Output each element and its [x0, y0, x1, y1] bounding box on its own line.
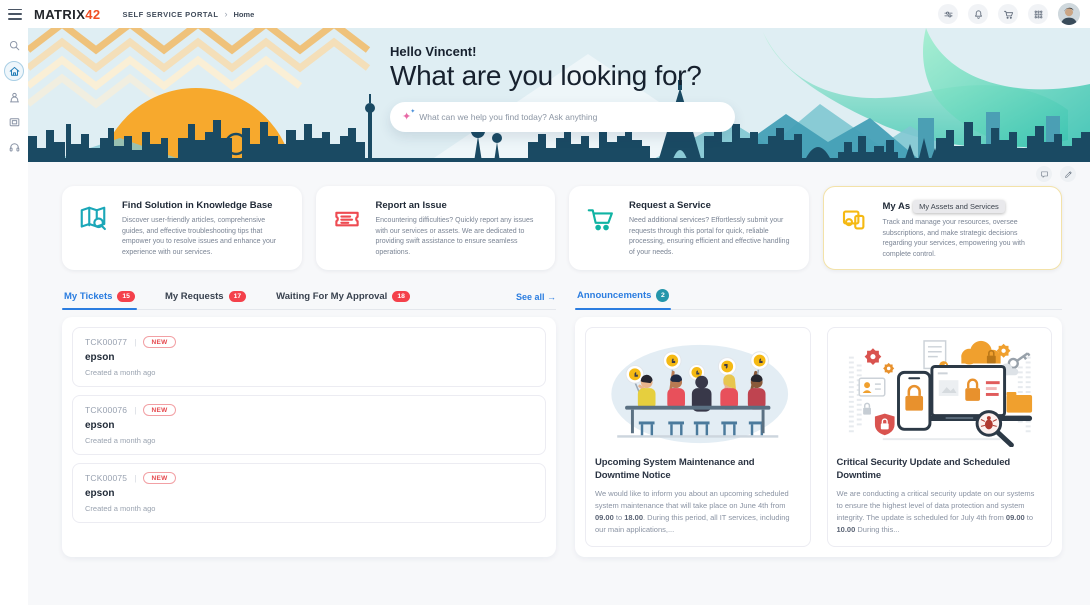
my-tickets-count-badge: 15 — [117, 291, 135, 302]
announcements-tabs: Announcements 2 — [575, 284, 1062, 310]
card-title: Find Solution in Knowledge Base — [122, 200, 287, 211]
search-icon[interactable] — [5, 36, 23, 54]
waiting-approval-count-badge: 18 — [392, 291, 410, 302]
ticket-id: TCK00075 — [85, 473, 127, 483]
my-requests-count-badge: 17 — [229, 291, 247, 302]
cart-icon[interactable] — [998, 4, 1018, 24]
ticket-row[interactable]: TCK00075 | NEW epson Created a month ago — [72, 463, 546, 523]
devices-icon — [838, 204, 872, 256]
breadcrumb-root[interactable]: SELF SERVICE PORTAL — [123, 10, 219, 19]
ticket-title: epson — [85, 352, 533, 363]
sidebar-item-home[interactable] — [4, 61, 24, 81]
quick-action-cards: Find Solution in Knowledge Base Discover… — [62, 186, 1062, 270]
card-report-issue[interactable]: Report an Issue Encountering difficultie… — [316, 186, 556, 270]
card-description: Discover user-friendly articles, compreh… — [122, 216, 287, 258]
card-request-service[interactable]: Request a Service Need additional servic… — [569, 186, 809, 270]
search-input[interactable] — [419, 112, 723, 122]
status-badge: NEW — [143, 472, 175, 484]
page-actions — [28, 162, 1090, 186]
ticket-row[interactable]: TCK00077 | NEW epson Created a month ago — [72, 327, 546, 387]
user-avatar[interactable] — [1058, 3, 1080, 25]
ai-sparkle-icon: ✦✦ — [402, 112, 411, 123]
sidebar-item-service-desk[interactable] — [5, 88, 23, 106]
announcement-title: Critical Security Update and Scheduled D… — [837, 456, 1043, 483]
tickets-tabs: My Tickets 15 My Requests 17 Waiting For… — [62, 284, 556, 310]
hamburger-menu-icon[interactable] — [8, 9, 22, 20]
matrix42-logo[interactable]: MATRIX42 — [34, 7, 101, 22]
card-description: Need additional services? Effortlessly s… — [629, 216, 794, 258]
card-description: Encountering difficulties? Quickly repor… — [376, 216, 541, 258]
announcement-card[interactable]: Upcoming System Maintenance and Downtime… — [585, 327, 811, 547]
card-title: My As My Assets and Services — [883, 200, 1048, 213]
topbar-right — [938, 3, 1080, 25]
topbar: MATRIX42 SELF SERVICE PORTAL › Home — [0, 0, 1090, 28]
announcement-body: We are conducting a critical security up… — [837, 488, 1043, 536]
see-all-link[interactable]: See all → — [516, 292, 556, 309]
meeting-thumbs-illustration — [595, 337, 801, 447]
tab-my-tickets[interactable]: My Tickets 15 — [62, 291, 137, 309]
tune-icon[interactable] — [938, 4, 958, 24]
sidebar-item-catalog[interactable] — [5, 113, 23, 131]
tab-announcements[interactable]: Announcements 2 — [575, 289, 671, 309]
sidebar — [0, 28, 28, 605]
cart-icon — [584, 204, 618, 256]
card-title: Request a Service — [629, 200, 794, 211]
divider: | — [134, 337, 136, 347]
card-my-assets[interactable]: My As My Assets and Services Track and m… — [823, 186, 1063, 270]
announcement-body: We would like to inform you about an upc… — [595, 488, 801, 536]
breadcrumb-current[interactable]: Home — [233, 10, 254, 19]
ticket-title: epson — [85, 420, 533, 431]
card-title: Report an Issue — [376, 200, 541, 211]
announcements-column: Announcements 2 — [575, 284, 1062, 557]
apps-grid-icon[interactable] — [1028, 4, 1048, 24]
announcements-panel: Upcoming System Maintenance and Downtime… — [575, 317, 1062, 557]
self-service-portal: MATRIX42 SELF SERVICE PORTAL › Home — [0, 0, 1090, 605]
announcement-card[interactable]: Critical Security Update and Scheduled D… — [827, 327, 1053, 547]
tab-waiting-approval[interactable]: Waiting For My Approval 18 — [274, 291, 412, 309]
sidebar-item-support-headset[interactable] — [5, 138, 23, 156]
status-badge: NEW — [143, 336, 175, 348]
tickets-panel: TCK00077 | NEW epson Created a month ago… — [62, 317, 556, 557]
announcements-count-badge: 2 — [656, 289, 669, 302]
book-search-icon — [77, 204, 111, 256]
security-update-illustration — [837, 337, 1043, 447]
ticket-created: Created a month ago — [85, 436, 533, 445]
hero-banner: Hello Vincent! What are you looking for?… — [28, 28, 1090, 162]
hero-content: Hello Vincent! What are you looking for?… — [390, 44, 735, 132]
topbar-left: MATRIX42 SELF SERVICE PORTAL › Home — [8, 7, 254, 22]
announcement-title: Upcoming System Maintenance and Downtime… — [595, 456, 801, 483]
hero-greeting: Hello Vincent! — [390, 44, 735, 59]
breadcrumb: SELF SERVICE PORTAL › Home — [123, 9, 255, 19]
bell-icon[interactable] — [968, 4, 988, 24]
status-badge: NEW — [143, 404, 175, 416]
comment-icon[interactable] — [1036, 166, 1052, 182]
ticket-id: TCK00077 — [85, 337, 127, 347]
hero-headline: What are you looking for? — [390, 60, 735, 92]
breadcrumb-separator: › — [224, 9, 227, 19]
edit-pencil-icon[interactable] — [1060, 166, 1076, 182]
assets-tooltip: My Assets and Services — [913, 200, 1005, 213]
ticket-created: Created a month ago — [85, 368, 533, 377]
ticket-row[interactable]: TCK00076 | NEW epson Created a month ago — [72, 395, 546, 455]
ticket-id: TCK00076 — [85, 405, 127, 415]
ticket-icon — [331, 204, 365, 256]
tickets-column: My Tickets 15 My Requests 17 Waiting For… — [62, 284, 556, 557]
tab-my-requests[interactable]: My Requests 17 — [163, 291, 248, 309]
divider: | — [134, 405, 136, 415]
main-content: Hello Vincent! What are you looking for?… — [28, 28, 1090, 605]
ticket-title: epson — [85, 488, 533, 499]
ai-search-bar[interactable]: ✦✦ — [390, 102, 735, 132]
card-description: Track and manage your resources, oversee… — [883, 218, 1048, 260]
card-knowledge-base[interactable]: Find Solution in Knowledge Base Discover… — [62, 186, 302, 270]
ticket-created: Created a month ago — [85, 504, 533, 513]
lower-columns: My Tickets 15 My Requests 17 Waiting For… — [62, 284, 1062, 557]
divider: | — [134, 473, 136, 483]
